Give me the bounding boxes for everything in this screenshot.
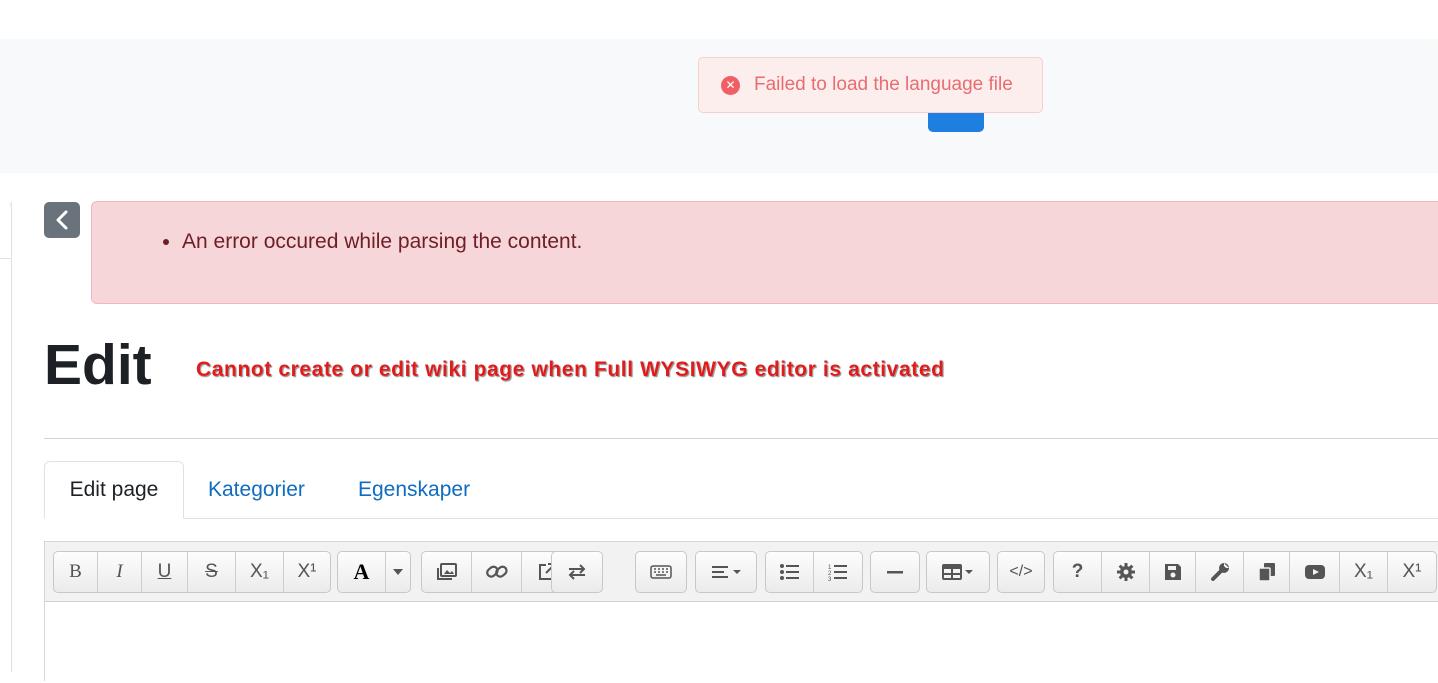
link-icon[interactable] xyxy=(472,552,522,592)
align-group xyxy=(695,551,757,593)
hr-group xyxy=(870,551,920,593)
align-dropdown[interactable] xyxy=(696,552,756,592)
numbered-list-icon[interactable]: 123 xyxy=(814,552,862,592)
swap-icon[interactable] xyxy=(552,552,602,592)
wrench-icon[interactable] xyxy=(1196,552,1244,592)
superscript-button[interactable]: X¹ xyxy=(284,552,330,592)
help-icon[interactable]: ? xyxy=(1054,552,1102,592)
wysiwyg-editor: B I U S X₁ X¹ A 1 2 3 </> ? X₁ X¹ xyxy=(44,541,1438,683)
toast-message: Failed to load the language file xyxy=(754,74,1013,95)
chevron-left-icon xyxy=(56,210,68,230)
caret-down-icon xyxy=(393,569,403,575)
image-icon[interactable] xyxy=(422,552,472,592)
text-style-group: B I U S X₁ X¹ xyxy=(53,551,331,593)
error-circle-icon: ✕ xyxy=(721,75,740,95)
keyboard-group xyxy=(635,551,687,593)
gear-icon[interactable] xyxy=(1102,552,1150,592)
keyboard-icon[interactable] xyxy=(636,552,686,592)
code-view-icon[interactable]: </> xyxy=(998,552,1044,592)
sidebar-edge xyxy=(0,202,12,672)
tools-group: ? X₁ X¹ xyxy=(1053,551,1437,593)
page-title: Edit xyxy=(44,333,152,397)
tab-bar: Edit page Kategorier Egenskaper xyxy=(44,461,1438,519)
youtube-icon[interactable] xyxy=(1290,552,1340,592)
font-color-group: A xyxy=(337,551,411,593)
bullet-list-icon[interactable] xyxy=(766,552,814,592)
table-dropdown[interactable] xyxy=(927,552,989,592)
italic-button[interactable]: I xyxy=(98,552,142,592)
editor-warning-notice: Cannot create or edit wiki page when Ful… xyxy=(196,358,945,381)
horizontal-rule-icon[interactable] xyxy=(871,552,919,592)
source-group: </> xyxy=(997,551,1045,593)
font-color-dropdown[interactable] xyxy=(386,552,410,592)
align-left-icon xyxy=(712,566,741,578)
error-alert: An error occured while parsing the conte… xyxy=(91,201,1438,304)
bold-button[interactable]: B xyxy=(54,552,98,592)
editor-toolbar: B I U S X₁ X¹ A 1 2 3 </> ? X₁ X¹ xyxy=(45,542,1438,602)
alert-item: An error occured while parsing the conte… xyxy=(182,230,582,254)
back-button[interactable] xyxy=(44,202,80,238)
underline-button[interactable]: U xyxy=(142,552,188,592)
strikethrough-button[interactable]: S xyxy=(188,552,236,592)
list-group: 123 xyxy=(765,551,863,593)
divider xyxy=(44,438,1438,439)
subscript-button[interactable]: X₁ xyxy=(236,552,284,592)
error-toast: ✕ Failed to load the language file xyxy=(698,57,1043,113)
svg-text:3: 3 xyxy=(828,577,832,581)
table-icon xyxy=(942,564,973,580)
table-group xyxy=(926,551,990,593)
save-icon[interactable] xyxy=(1150,552,1196,592)
swap-group xyxy=(551,551,603,593)
editor-content-area[interactable] xyxy=(45,603,1438,683)
tab-edit-page[interactable]: Edit page xyxy=(44,461,184,519)
copy-icon[interactable] xyxy=(1244,552,1290,592)
superscript-button-2[interactable]: X¹ xyxy=(1388,552,1436,592)
tab-kategorier[interactable]: Kategorier xyxy=(208,461,305,519)
font-color-button[interactable]: A xyxy=(338,552,386,592)
subscript-button-2[interactable]: X₁ xyxy=(1340,552,1388,592)
tab-egenskaper[interactable]: Egenskaper xyxy=(358,461,470,519)
